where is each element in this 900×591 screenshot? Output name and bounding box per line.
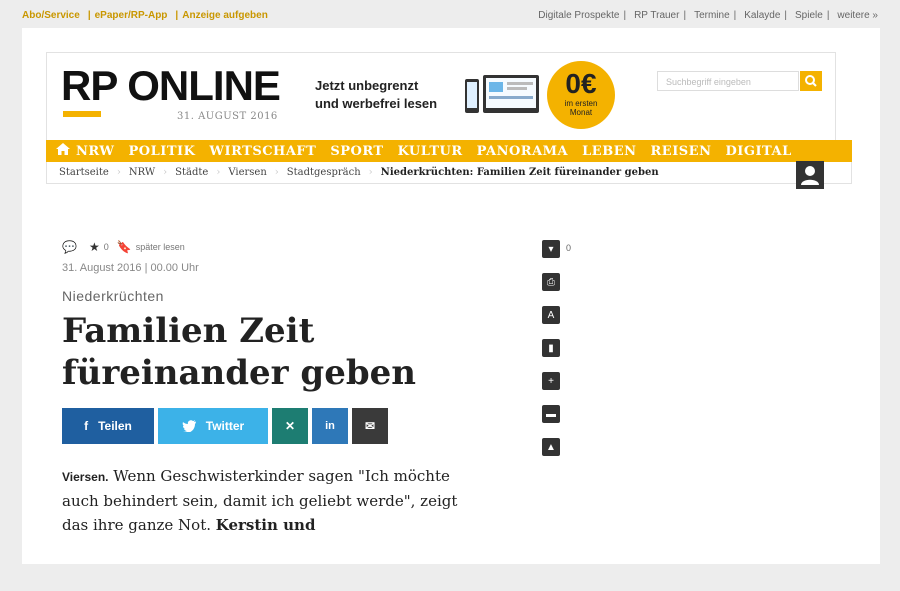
breadcrumb-nrw[interactable]: NRW (129, 167, 155, 178)
nav-item-panorama[interactable]: PANORAMA (477, 144, 569, 159)
scroll-top-button[interactable]: ▲ (542, 438, 560, 456)
nav-item-digital[interactable]: DIGITAL (725, 144, 791, 159)
article: 💬 ★ 0 🔖 später lesen 31. August 2016 | 0… (62, 238, 482, 537)
link-trauer[interactable]: RP Trauer (634, 10, 679, 21)
font-size-button[interactable]: A (542, 306, 560, 324)
comment-count: 0 (566, 243, 572, 253)
share-facebook-label: Teilen (98, 419, 132, 433)
nav-item-sport[interactable]: SPORT (330, 144, 383, 159)
lead-bold-text: Kerstin und (215, 516, 316, 534)
read-later-link[interactable]: später lesen (136, 242, 185, 252)
share-xing-button[interactable]: ✕ (272, 408, 308, 444)
nav-item-kultur[interactable]: KULTUR (398, 144, 463, 159)
speech-bubble-icon: ▬ (546, 408, 556, 420)
breadcrumb-viersen[interactable]: Viersen (228, 167, 266, 178)
promo-text[interactable]: Jetzt unbegrenzt und werbefrei lesen (315, 77, 437, 113)
article-date: 31. August 2016 | 00.00 Uhr (62, 262, 199, 274)
breadcrumb-startseite[interactable]: Startseite (59, 167, 109, 178)
comment-icon[interactable]: 💬 (62, 240, 77, 254)
main-nav: NRW POLITIK WIRTSCHAFT SPORT KULTUR PANO… (46, 140, 852, 162)
search-button[interactable] (800, 71, 822, 91)
article-meta: 💬 ★ 0 🔖 später lesen (62, 238, 482, 256)
badge-line-1: im ersten (564, 99, 598, 108)
user-account-button[interactable] (796, 161, 824, 189)
site-header: RP ONLINE 31. AUGUST 2016 Jetzt unbegren… (46, 52, 836, 148)
bookmark-button[interactable]: ▮ (542, 339, 560, 357)
top-service-bar: Abo/Service | ePaper/RP-App | Anzeige aufg… (22, 10, 878, 21)
star-icon[interactable]: ★ (89, 240, 100, 254)
nav-item-politik[interactable]: POLITIK (129, 144, 196, 159)
link-termine[interactable]: Termine (694, 10, 730, 21)
promo-line-1: Jetzt unbegrenzt (315, 78, 419, 93)
home-icon[interactable] (56, 143, 76, 159)
add-button[interactable]: + (542, 372, 560, 390)
bookmark-icon[interactable]: 🔖 (117, 240, 132, 254)
breadcrumb: Startseite › NRW › Städte › Viersen › Stadtg… (46, 162, 852, 184)
search-input[interactable]: Suchbegriff eingeben (657, 71, 799, 91)
font-size-icon: A (547, 309, 555, 321)
logo-underline (63, 111, 101, 117)
badge-price: 0€ (565, 68, 597, 99)
site-logo[interactable]: RP ONLINE (61, 65, 281, 107)
user-icon (801, 166, 819, 185)
comments-tool-button[interactable]: ▾ 0 (542, 240, 571, 258)
link-prospekte[interactable]: Digitale Prospekte (538, 10, 619, 21)
chevron-up-icon: ▲ (546, 441, 556, 453)
badge-line-2: Monat (569, 108, 593, 117)
breadcrumb-current: Niederkrüchten: Familien Zeit füreinande… (380, 167, 659, 178)
article-lead: Viersen. Wenn Geschwisterkinder sagen "I… (62, 464, 482, 537)
nav-item-leben[interactable]: LEBEN (582, 144, 636, 159)
facebook-icon: f (84, 419, 89, 433)
link-abo-service[interactable]: Abo/Service (22, 10, 80, 21)
email-icon: ✉ (364, 419, 376, 433)
share-bar: f Teilen Twitter ✕ in ✉ (62, 408, 482, 444)
breadcrumb-stadtgespraech[interactable]: Stadtgespräch (287, 167, 361, 178)
share-twitter-label: Twitter (205, 419, 245, 433)
breadcrumb-staedte[interactable]: Städte (175, 167, 208, 178)
title-line-2: füreinander geben (62, 353, 416, 393)
link-epaper[interactable]: ePaper/RP-App (95, 10, 168, 21)
comment-icon: ▾ (548, 243, 554, 255)
article-kicker: Niederkrüchten (62, 288, 164, 304)
share-facebook-button[interactable]: f Teilen (62, 408, 154, 444)
plus-icon: + (548, 375, 554, 387)
linkedin-icon: in (325, 420, 335, 432)
article-title: Familien Zeit füreinander geben (62, 310, 482, 394)
edition-date: 31. AUGUST 2016 (177, 111, 278, 122)
nav-item-wirtschaft[interactable]: WIRTSCHAFT (209, 144, 316, 159)
print-icon: ⎙ (547, 276, 555, 288)
xing-icon: ✕ (284, 419, 296, 433)
share-email-button[interactable]: ✉ (352, 408, 388, 444)
search-icon (805, 75, 817, 87)
title-line-1: Familien Zeit (62, 311, 315, 351)
nav-item-reisen[interactable]: REISEN (651, 144, 712, 159)
price-badge[interactable]: 0€ im ersten Monat (547, 61, 615, 129)
nav-item-nrw[interactable]: NRW (76, 144, 115, 159)
share-twitter-button[interactable]: Twitter (158, 408, 268, 444)
article-location: Viersen. (62, 470, 109, 484)
promo-line-2: und werbefrei lesen (315, 96, 438, 111)
link-anzeige[interactable]: Anzeige aufgeben (182, 10, 268, 21)
link-spiele[interactable]: Spiele (795, 10, 823, 21)
twitter-icon (181, 420, 196, 432)
print-button[interactable]: ⎙ (542, 273, 560, 291)
link-kalayde[interactable]: Kalayde (744, 10, 780, 21)
share-linkedin-button[interactable]: in (312, 408, 348, 444)
bookmark-icon: ▮ (548, 342, 554, 354)
star-count: 0 (103, 242, 109, 252)
article-tools: ▾ 0 ⎙ A ▮ + ▬ ▲ (542, 240, 582, 471)
link-weitere[interactable]: weitere » (837, 10, 878, 21)
comment-button[interactable]: ▬ (542, 405, 560, 423)
devices-illustration (465, 75, 539, 113)
